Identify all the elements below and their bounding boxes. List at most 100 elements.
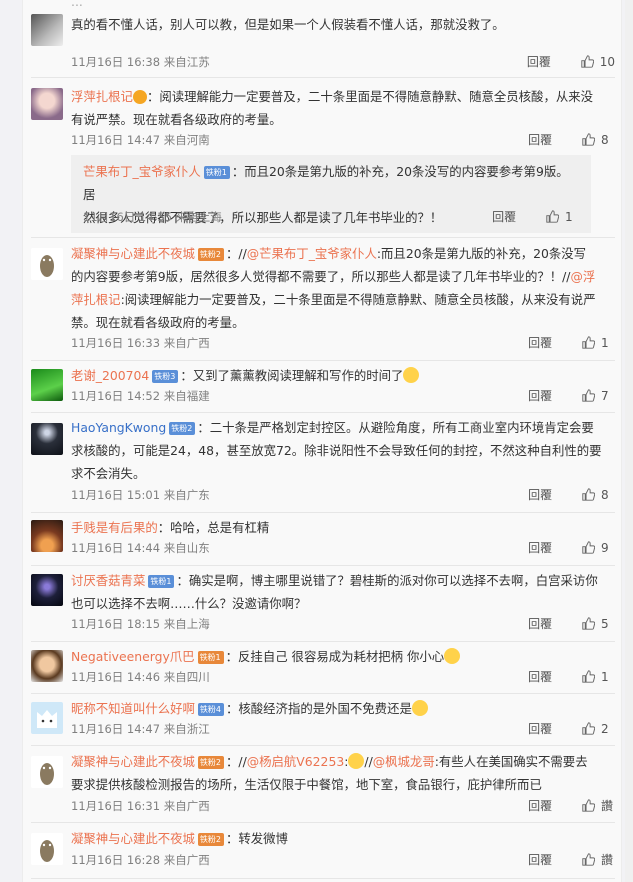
reply-button[interactable]: 回覆 xyxy=(527,54,577,70)
emoji-icon xyxy=(403,367,420,383)
avatar[interactable] xyxy=(31,88,63,120)
thumbs-up-icon[interactable] xyxy=(582,389,595,402)
weibo-comments-page: ............... 转发 收藏 ... 真的看不懂人话，别人可以教，… xyxy=(0,0,633,882)
avatar[interactable] xyxy=(31,369,63,401)
fan-badge-icon: 铁粉2 xyxy=(197,833,224,846)
user-nick[interactable]: 凝聚神与心建此不夜城 xyxy=(71,831,195,846)
reply-button[interactable]: 回覆 xyxy=(528,798,578,814)
fan-badge-icon: 铁粉1 xyxy=(197,651,224,664)
user-nick[interactable]: 讨厌香菇青菜 xyxy=(71,573,145,588)
mention-link[interactable]: @芒果布丁_宝爷家仆人 xyxy=(247,246,377,261)
comment-actions: 回覆 1 xyxy=(492,209,579,225)
comment-actions: 回覆 1 xyxy=(528,335,615,351)
comment-location: 来自河南 xyxy=(163,133,210,147)
user-nick[interactable]: 昵称不知道叫什么好啊 xyxy=(71,701,195,716)
user-nick[interactable]: 凝聚神与心建此不夜城 xyxy=(71,246,195,261)
comment-time: 11月16日 15:01 xyxy=(71,488,161,502)
comment-actions: 回覆 讚 xyxy=(528,852,615,868)
reply-button[interactable]: 回覆 xyxy=(528,335,578,351)
emoji-icon xyxy=(132,90,147,104)
comment-item: 凝聚神与心建此不夜城 铁粉2 ：//@芒果布丁_宝爷家仆人:而且20条是第九版的补充… xyxy=(31,238,615,361)
comment-item: 凝聚神与心建此不夜城 铁粉2 ：//@杨启航V62253://@枫城龙哥:有些人在美… xyxy=(31,746,615,823)
comment-actions: 回覆 9 xyxy=(528,540,615,556)
thumbs-up-icon[interactable] xyxy=(582,853,595,866)
user-nick[interactable]: 芒果布丁_宝爷家仆人 xyxy=(83,164,201,179)
comment-meta: 11月16日 14:47 来自浙江 xyxy=(71,721,210,737)
comment-item: HaoYangKwong 铁粉2 ：二十条是严格划定封控区。从避险角度，所有工商业室… xyxy=(31,413,615,513)
user-nick[interactable]: Negativeenergy爪巴 xyxy=(71,649,195,664)
thumbs-up-icon[interactable] xyxy=(581,55,594,68)
user-nick[interactable]: 浮萍扎根记 xyxy=(71,89,133,104)
avatar[interactable] xyxy=(31,14,63,46)
thumbs-up-icon[interactable] xyxy=(582,541,595,554)
avatar[interactable] xyxy=(31,833,63,865)
reply-button[interactable]: 回覆 xyxy=(528,132,578,148)
comment-item: 凝聚神与心建此不夜城 铁粉2 ：转发微博 11月16日 16:28 来自广西 回覆 … xyxy=(31,823,615,879)
comment-meta: 11月16日 14:52 来自福建 xyxy=(71,388,210,404)
reply-button[interactable]: 回覆 xyxy=(528,616,578,632)
comment-item: 昵称不知道叫什么好啊 铁粉4 ：核酸经济指的是外国不免费还是 11月16日 14:4… xyxy=(31,694,615,746)
avatar[interactable] xyxy=(31,248,63,280)
like-count: 5 xyxy=(601,617,609,631)
user-nick[interactable]: 老谢_200704 xyxy=(71,368,149,383)
comment-actions: 回覆 1 xyxy=(528,669,615,685)
comment-time: 11月16日 18:15 xyxy=(71,617,161,631)
thumbs-up-icon[interactable] xyxy=(582,722,595,735)
comment-actions: 回覆 2 xyxy=(528,721,615,737)
reply-button[interactable]: 回覆 xyxy=(528,388,578,404)
comment-body: ：反挂自己 很容易成为耗材把柄 你小心 xyxy=(225,649,445,664)
comment-body: 求不会消失。 xyxy=(71,466,146,481)
comment-location: 来自四川 xyxy=(163,670,210,684)
avatar[interactable] xyxy=(31,702,63,734)
comment-body: 也可以选择不去啊……什么？没邀请你啊？ xyxy=(71,596,307,611)
comment-body: ：核酸经济指的是外国不免费还是 xyxy=(226,701,412,716)
mention-link[interactable]: 萍扎根记 xyxy=(71,292,121,307)
mention-link[interactable]: @杨启航V62253 xyxy=(247,754,344,769)
fan-badge-icon: 铁粉3 xyxy=(152,370,179,383)
comment-text: HaoYangKwong 铁粉2 ：二十条是严格划定封控区。从避险角度，所有工商业室… xyxy=(71,416,615,485)
like-count: 讚 xyxy=(601,799,614,813)
comment-text: 手贱是有后果的：哈哈，总是有杠精 xyxy=(71,516,615,539)
reply-button[interactable]: 回覆 xyxy=(492,209,542,225)
scrollbar[interactable] xyxy=(625,0,633,882)
user-nick[interactable]: 手贱是有后果的 xyxy=(71,520,158,535)
thumbs-up-icon[interactable] xyxy=(582,670,595,683)
comment-item: Negativeenergy爪巴 铁粉1 ：反挂自己 很容易成为耗材把柄 你小心 1… xyxy=(31,642,615,694)
user-nick[interactable]: HaoYangKwong xyxy=(71,420,166,435)
comment-text: ... 真的看不懂人话，别人可以教，但是如果一个人假装看不懂人话，那就没救了。 xyxy=(71,0,615,36)
comment-time: 11月16日 14:55 xyxy=(83,210,173,224)
comment-time: 11月16日 14:52 xyxy=(71,389,161,403)
mention-link[interactable]: @枫城龙哥 xyxy=(373,754,435,769)
comment-location: 来自福建 xyxy=(163,389,210,403)
reply-button[interactable]: 回覆 xyxy=(528,487,578,503)
comment-time: 11月16日 16:33 xyxy=(71,336,161,350)
thumbs-up-icon[interactable] xyxy=(546,210,559,223)
mention-link[interactable]: @浮 xyxy=(570,269,595,284)
thumbs-up-icon[interactable] xyxy=(582,799,595,812)
comment-body: ：阅读理解能力一定要普及，二十条里面是不得随意静默、随意全员核酸，从来没 xyxy=(146,89,594,104)
user-nick[interactable]: 凝聚神与心建此不夜城 xyxy=(71,754,195,769)
fan-badge-icon: 铁粉1 xyxy=(148,575,175,588)
thumbs-up-icon[interactable] xyxy=(582,617,595,630)
reply-button[interactable]: 回覆 xyxy=(528,721,578,737)
comment-body: ：转发微博 xyxy=(226,831,288,846)
comment-location: 来自山东 xyxy=(163,541,210,555)
thumbs-up-icon[interactable] xyxy=(582,488,595,501)
reply-button[interactable]: 回覆 xyxy=(528,852,578,868)
comment-meta: 11月16日 16:31 来自广西 xyxy=(71,798,210,814)
comment-time: 11月16日 14:47 xyxy=(71,133,161,147)
comment-item: 讨厌香菇青菜 铁粉1 ：确实是啊，博主哪里说错了？碧桂斯的派对你可以选择不去啊，白宫… xyxy=(31,566,615,642)
thumbs-up-icon[interactable] xyxy=(582,336,595,349)
comment-actions: 回覆 8 xyxy=(528,487,615,503)
avatar[interactable] xyxy=(31,574,63,606)
avatar[interactable] xyxy=(31,650,63,682)
thumbs-up-icon[interactable] xyxy=(582,133,595,146)
comment-meta: 11月16日 18:15 来自上海 xyxy=(71,616,210,632)
avatar[interactable] xyxy=(31,423,63,455)
like-count: 讚 xyxy=(601,853,614,867)
emoji-icon xyxy=(348,753,365,769)
reply-button[interactable]: 回覆 xyxy=(528,540,578,556)
avatar[interactable] xyxy=(31,756,63,788)
reply-button[interactable]: 回覆 xyxy=(528,669,578,685)
avatar[interactable] xyxy=(31,520,63,552)
